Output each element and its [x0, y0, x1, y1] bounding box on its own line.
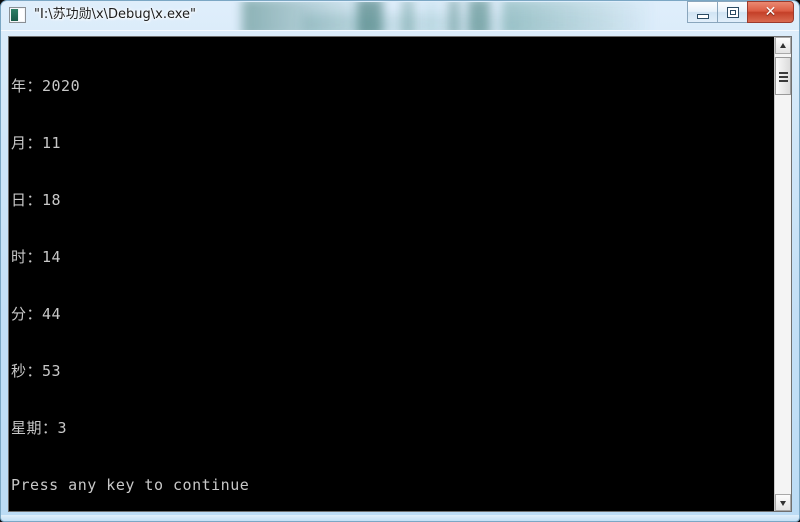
console-line: 星期：3: [11, 419, 68, 437]
console-line: 时：14: [11, 248, 62, 266]
scroll-up-button[interactable]: [775, 37, 791, 54]
chevron-up-icon: [780, 43, 786, 48]
maximize-button[interactable]: [717, 1, 747, 23]
console-line: 月：11: [11, 134, 62, 152]
console-app-icon[interactable]: [9, 7, 26, 23]
console-output: 年：2020 月：11 日：18 时：14 分：44 秒：53 星期：3 Pre…: [11, 39, 759, 511]
scrollbar-thumb[interactable]: [775, 57, 791, 95]
grip-line: [779, 76, 788, 78]
console-window: "I:\苏功勋\x\Debug\x.exe" ✕ 年：2020 月：11 日：1…: [0, 0, 800, 522]
minimize-button[interactable]: [687, 1, 717, 23]
console-line: 日：18: [11, 191, 62, 209]
grip-line: [779, 80, 788, 82]
console-line: 分：44: [11, 305, 62, 323]
minimize-icon: [697, 14, 709, 19]
console-line: 秒：53: [11, 362, 62, 380]
close-button[interactable]: ✕: [747, 1, 794, 23]
console-line: 年：2020: [11, 77, 81, 95]
console-client-area[interactable]: 年：2020 月：11 日：18 时：14 分：44 秒：53 星期：3 Pre…: [8, 36, 792, 512]
window-controls: ✕: [687, 1, 794, 25]
close-icon: ✕: [764, 4, 777, 20]
scrollbar-track[interactable]: [775, 54, 791, 494]
title-bar[interactable]: "I:\苏功勋\x\Debug\x.exe" ✕: [0, 0, 800, 31]
window-title: "I:\苏功勋\x\Debug\x.exe": [34, 7, 197, 22]
vertical-scrollbar[interactable]: [774, 37, 791, 511]
chevron-down-icon: [780, 501, 786, 506]
grip-line: [779, 72, 788, 74]
maximize-icon: [727, 7, 739, 18]
scroll-down-button[interactable]: [775, 494, 791, 511]
console-prompt-line: Press any key to continue: [11, 476, 250, 494]
frame-bottom-highlight: [1, 515, 799, 521]
